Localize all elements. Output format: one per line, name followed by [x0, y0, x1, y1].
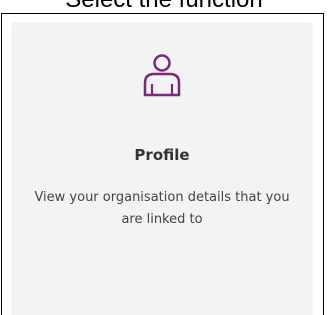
- card-title: Profile: [134, 146, 190, 164]
- page-heading-fragment: Select the function: [0, 0, 328, 14]
- card-description: View your organisation details that you …: [34, 190, 290, 227]
- card-container: Profile View your organisation details t…: [1, 13, 324, 315]
- profile-card[interactable]: Profile View your organisation details t…: [12, 23, 312, 315]
- person-outline-icon: [143, 54, 181, 97]
- screenshot-viewport: Select the function Profile View your or…: [0, 0, 328, 315]
